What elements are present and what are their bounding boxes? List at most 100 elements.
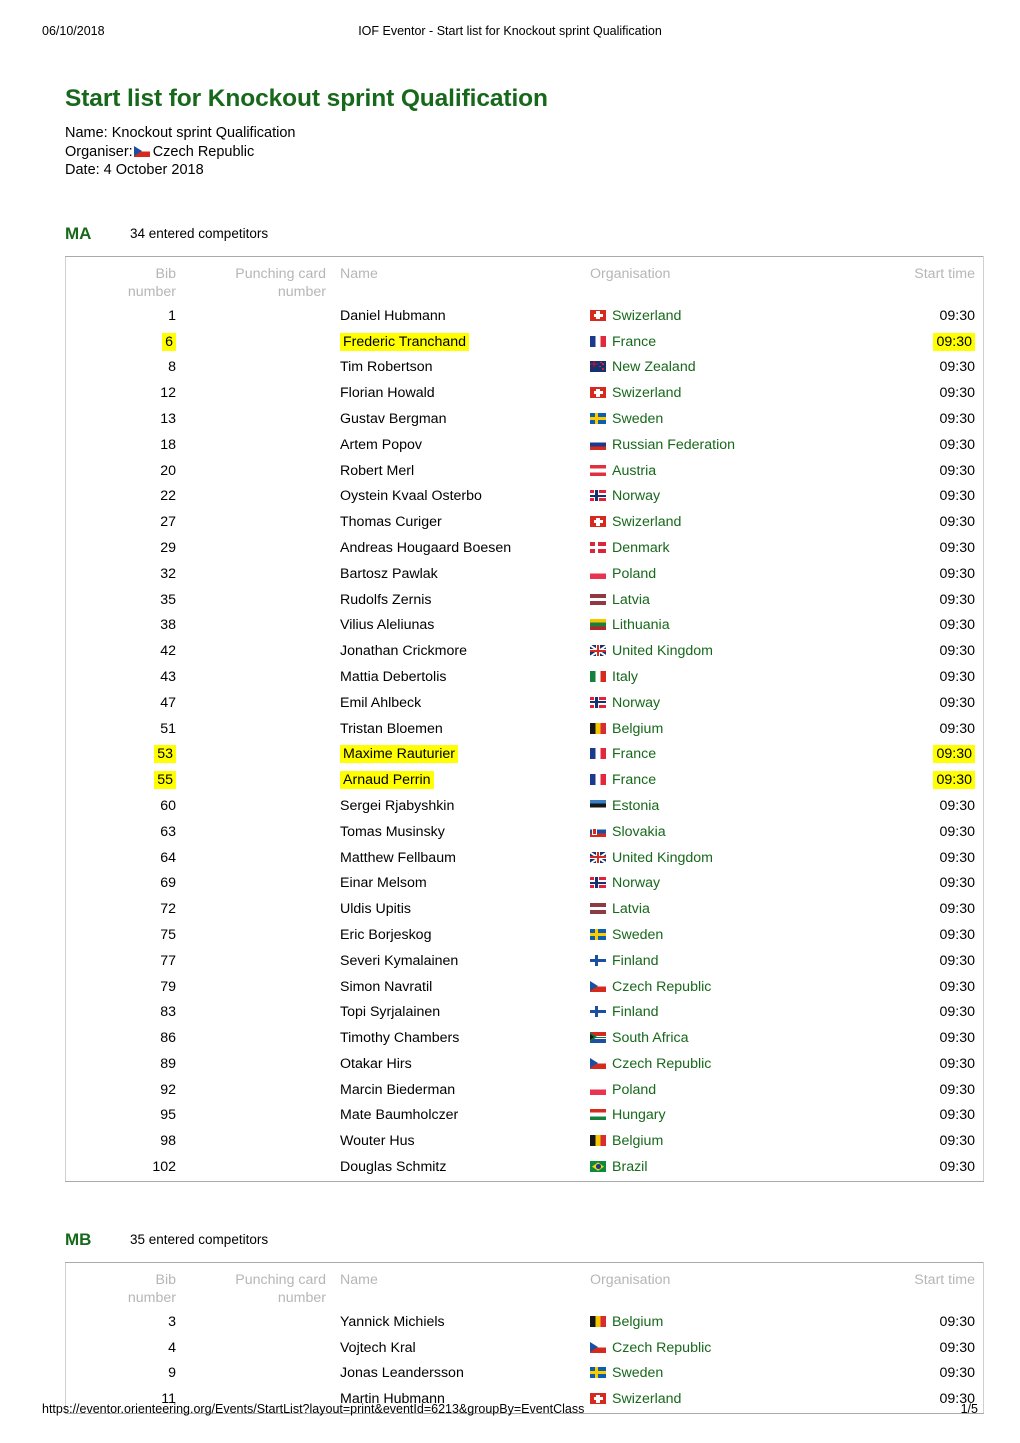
- organisation-link[interactable]: Belgium: [612, 721, 663, 737]
- organisation-link[interactable]: Latvia: [612, 592, 650, 608]
- table-row: 98 Wouter Hus Belgium 09:30: [66, 1129, 984, 1155]
- table-row: 60 Sergei Rjabyshkin Estonia 09:30: [66, 794, 984, 820]
- cell-start-time: 09:30: [939, 720, 975, 737]
- cell-organisation: Belgium: [590, 1310, 865, 1336]
- organisation-link[interactable]: Denmark: [612, 540, 670, 556]
- cell-bib-number: 64: [160, 849, 176, 866]
- cell-start-time: 09:30: [939, 1081, 975, 1098]
- table-row: 3 Yannick Michiels Belgium 09:30: [66, 1310, 984, 1336]
- organisation-link[interactable]: Finland: [612, 1004, 659, 1020]
- cell-start-time: 09:30: [939, 565, 975, 582]
- organisation-link[interactable]: Sweden: [612, 927, 663, 943]
- cell-start-time: 09:30: [939, 1055, 975, 1072]
- cell-punching-card-number: [176, 717, 326, 743]
- cell-punching-card-number: [176, 330, 326, 356]
- table-row: 18 Artem Popov Russian Federation 09:30: [66, 433, 984, 459]
- table-row: 22 Oystein Kvaal Osterbo Norway 09:30: [66, 484, 984, 510]
- organisation-link[interactable]: France: [612, 772, 656, 788]
- organisation-link[interactable]: Estonia: [612, 798, 659, 814]
- united-kingdom-flag-icon: [590, 851, 606, 863]
- organisation-link[interactable]: Swizerland: [612, 385, 681, 401]
- organisation-link[interactable]: Sweden: [612, 411, 663, 427]
- cell-start-time: 09:30: [939, 849, 975, 866]
- table-row: 38 Vilius Aleliunas Lithuania 09:30: [66, 613, 984, 639]
- cell-organisation: United Kingdom: [590, 639, 865, 665]
- event-meta: Name: Knockout sprint Qualification Orga…: [65, 124, 960, 180]
- organisation-link[interactable]: New Zealand: [612, 359, 696, 375]
- cell-competitor-name: Oystein Kvaal Osterbo: [340, 488, 482, 505]
- organisation-link[interactable]: France: [612, 334, 656, 350]
- cell-bib-number: 8: [168, 359, 176, 376]
- cell-punching-card-number: [176, 1361, 326, 1387]
- organisation-link[interactable]: Italy: [612, 669, 638, 685]
- cell-punching-card-number: [176, 433, 326, 459]
- organisation-link[interactable]: Czech Republic: [612, 979, 711, 995]
- cell-competitor-name: Matthew Fellbaum: [340, 849, 456, 866]
- header-punching-card-number: Punching card number: [235, 265, 326, 301]
- slovakia-flag-icon: [590, 825, 606, 837]
- organisation-link[interactable]: Austria: [612, 463, 656, 479]
- organisation-link[interactable]: Russian Federation: [612, 437, 735, 453]
- organisation-link[interactable]: Norway: [612, 695, 660, 711]
- organisation-link[interactable]: Latvia: [612, 901, 650, 917]
- cell-competitor-name: Robert Merl: [340, 462, 415, 479]
- organisation-link[interactable]: Finland: [612, 953, 659, 969]
- organisation-link[interactable]: Swizerland: [612, 514, 681, 530]
- class-count-label: 34 entered competitors: [130, 225, 269, 241]
- belgium-flag-icon: [590, 722, 606, 734]
- cell-competitor-name: Artem Popov: [340, 436, 423, 453]
- cell-bib-number: 77: [160, 952, 176, 969]
- cell-organisation: Austria: [590, 459, 865, 485]
- cell-punching-card-number: [176, 381, 326, 407]
- table-row: 20 Robert Merl Austria 09:30: [66, 459, 984, 485]
- table-row: 51 Tristan Bloemen Belgium 09:30: [66, 717, 984, 743]
- page-title: Start list for Knockout sprint Qualifica…: [65, 85, 548, 112]
- czech-republic-flag-icon: [590, 1341, 606, 1353]
- cell-punching-card-number: [176, 1000, 326, 1026]
- cell-start-time: 09:30: [939, 797, 975, 814]
- print-header-title: IOF Eventor - Start list for Knockout sp…: [358, 24, 662, 38]
- table-row: 1 Daniel Hubmann Swizerland 09:30: [66, 304, 984, 330]
- cell-start-time: 09:30: [939, 436, 975, 453]
- cell-punching-card-number: [176, 562, 326, 588]
- organisation-link[interactable]: Lithuania: [612, 617, 670, 633]
- cell-bib-number: 47: [160, 694, 176, 711]
- organisation-link[interactable]: Brazil: [612, 1159, 647, 1175]
- cell-organisation: Russian Federation: [590, 433, 865, 459]
- cell-competitor-name: Tomas Musinsky: [340, 823, 445, 840]
- organisation-link[interactable]: Hungary: [612, 1107, 666, 1123]
- table-row: 8 Tim Robertson New Zealand 09:30: [66, 355, 984, 381]
- organisation-link[interactable]: Norway: [612, 488, 660, 504]
- organisation-link[interactable]: Slovakia: [612, 824, 666, 840]
- organisation-link[interactable]: South Africa: [612, 1030, 689, 1046]
- organisation-link[interactable]: Sweden: [612, 1365, 663, 1381]
- cell-competitor-name: Andreas Hougaard Boesen: [340, 539, 512, 556]
- cell-bib-number: 55: [66, 768, 176, 794]
- organisation-link[interactable]: Belgium: [612, 1314, 663, 1330]
- cell-start-time: 09:30: [865, 768, 984, 794]
- organisation-link[interactable]: France: [612, 746, 656, 762]
- organisation-link[interactable]: Poland: [612, 1082, 656, 1098]
- hungary-flag-icon: [590, 1109, 606, 1121]
- organisation-link[interactable]: Belgium: [612, 1133, 663, 1149]
- cell-start-time: 09:30: [939, 952, 975, 969]
- cell-competitor-name: Tim Robertson: [340, 359, 433, 376]
- cell-start-time: 09:30: [939, 1339, 975, 1356]
- organisation-link[interactable]: United Kingdom: [612, 643, 713, 659]
- class-header: MA 34 entered competitors: [65, 224, 960, 246]
- table-header-row: Bib number Punching card number Name Organisa…: [66, 1262, 984, 1310]
- table-row: 55 Arnaud Perrin France 09:30: [66, 768, 984, 794]
- belgium-flag-icon: [590, 1135, 606, 1147]
- organisation-link[interactable]: Swizerland: [612, 308, 681, 324]
- cell-start-time: 09:30: [939, 385, 975, 402]
- organisation-link[interactable]: Czech Republic: [612, 1340, 711, 1356]
- table-row: 92 Marcin Biederman Poland 09:30: [66, 1078, 984, 1104]
- organisation-link[interactable]: Norway: [612, 875, 660, 891]
- organisation-link[interactable]: United Kingdom: [612, 850, 713, 866]
- organisation-link[interactable]: Czech Republic: [612, 1056, 711, 1072]
- cell-bib-number: 75: [160, 926, 176, 943]
- organisation-link[interactable]: Poland: [612, 566, 656, 582]
- cell-start-time: 09:30: [939, 488, 975, 505]
- print-footer: https://eventor.orienteering.org/Events/…: [0, 1402, 1020, 1420]
- cell-punching-card-number: [176, 510, 326, 536]
